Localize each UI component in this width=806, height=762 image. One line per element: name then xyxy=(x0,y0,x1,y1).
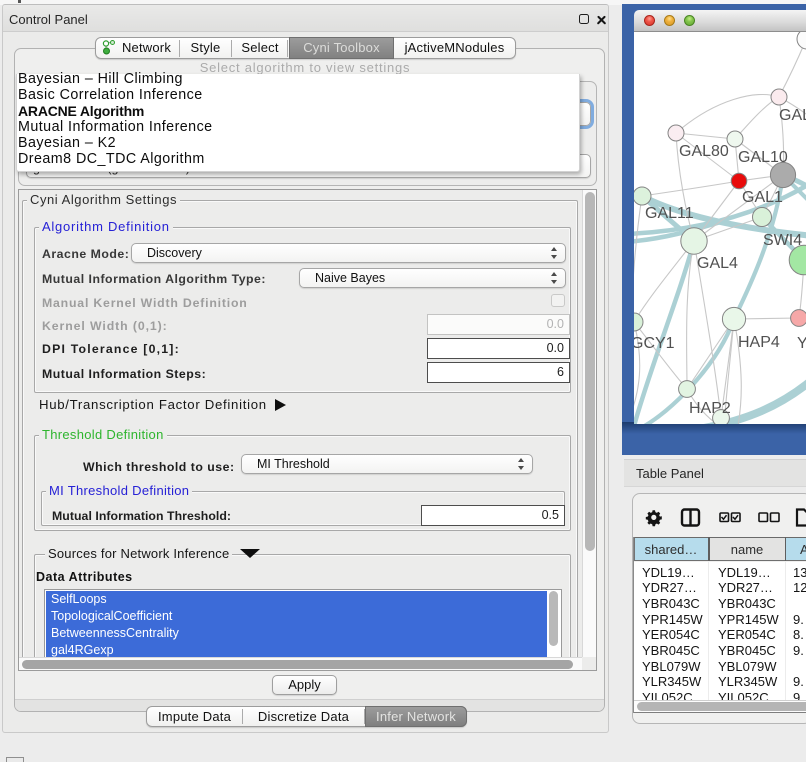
svg-text:GAL: GAL xyxy=(779,107,806,124)
svg-text:Y: Y xyxy=(797,335,806,352)
svg-text:GAL10: GAL10 xyxy=(738,149,788,166)
svg-text:SWI4: SWI4 xyxy=(763,232,802,249)
svg-text:GAL80: GAL80 xyxy=(679,143,729,160)
svg-text:GCY1: GCY1 xyxy=(634,335,675,352)
svg-text:GAL1: GAL1 xyxy=(742,189,783,206)
svg-text:HAP2: HAP2 xyxy=(689,400,731,417)
svg-text:HAP4: HAP4 xyxy=(738,334,780,351)
svg-text:GAL4: GAL4 xyxy=(697,255,738,272)
svg-text:GAL11: GAL11 xyxy=(645,205,694,222)
